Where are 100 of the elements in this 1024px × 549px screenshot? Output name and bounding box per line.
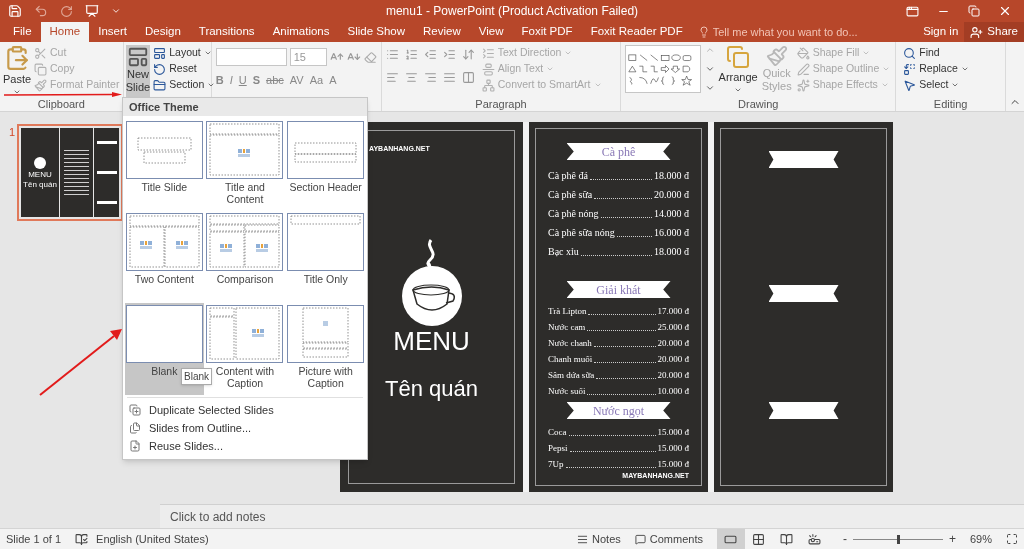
menu-item-price: 14.000 đ bbox=[654, 207, 689, 221]
ribbon-tab[interactable]: Insert bbox=[89, 22, 136, 42]
ribbon-command[interactable]: Reset bbox=[152, 61, 217, 77]
format-button[interactable]: AV bbox=[289, 72, 304, 89]
new-slide-button[interactable]: New Slide bbox=[125, 45, 151, 97]
menu-item-name: Cà phê sữa bbox=[548, 188, 593, 202]
sign-in-link[interactable]: Sign in bbox=[917, 22, 965, 42]
customize-caret-icon[interactable] bbox=[111, 6, 121, 16]
command-icon bbox=[153, 46, 167, 60]
menu-item-price: 20.000 đ bbox=[657, 336, 689, 350]
ribbon-command[interactable]: Section bbox=[152, 77, 217, 93]
cover-subtitle: Tên quán bbox=[385, 378, 478, 400]
align-tool-icon[interactable] bbox=[461, 71, 475, 84]
menu-item-price: 20.000 đ bbox=[657, 368, 689, 382]
ribbon-command[interactable]: Layout bbox=[152, 45, 217, 61]
font-size-field[interactable]: 15 bbox=[289, 48, 328, 66]
menu-item-name: Nước chanh bbox=[548, 336, 592, 350]
command-icon bbox=[796, 46, 810, 60]
layout-option[interactable]: Picture with Caption bbox=[286, 303, 365, 395]
share-button[interactable]: Share bbox=[964, 22, 1024, 42]
save-icon[interactable] bbox=[8, 4, 22, 18]
ribbon-tab[interactable]: File bbox=[4, 22, 41, 42]
layout-option[interactable]: Title Slide bbox=[125, 119, 204, 211]
slides-icon bbox=[129, 422, 141, 434]
redo-icon[interactable] bbox=[60, 4, 73, 18]
ribbon-display-icon[interactable] bbox=[906, 4, 919, 18]
caret-icon bbox=[207, 81, 216, 89]
ribbon-tab[interactable]: Foxit PDF bbox=[512, 22, 582, 42]
slide-count: Slide 1 of 1 bbox=[6, 531, 62, 547]
window-title: menu1 - PowerPoint (Product Activation Failed) bbox=[385, 3, 639, 20]
ribbon-command[interactable]: Select bbox=[902, 77, 999, 93]
banner-ribbon bbox=[768, 402, 839, 419]
zoom-in-button[interactable]: + bbox=[948, 530, 956, 548]
menu-item-price: 15.000 đ bbox=[657, 441, 689, 455]
menu-item[interactable]: Slides from Outline... bbox=[127, 419, 363, 437]
notes-field[interactable]: Click to add notes bbox=[160, 504, 1024, 528]
menu-item-price: 25.000 đ bbox=[657, 320, 689, 334]
ribbon-tab[interactable]: Foxit Reader PDF bbox=[581, 22, 692, 42]
layout-option[interactable]: Comparison bbox=[205, 211, 285, 303]
format-button[interactable]: S bbox=[252, 72, 261, 89]
fit-slide-icon[interactable] bbox=[1006, 533, 1018, 545]
arrange-button[interactable]: Arrange bbox=[718, 45, 758, 97]
format-button[interactable]: B bbox=[215, 72, 224, 89]
command-icon bbox=[481, 78, 495, 92]
language-label[interactable]: English (United States) bbox=[96, 530, 209, 548]
slide-icon bbox=[126, 46, 149, 68]
align-tool-icon[interactable] bbox=[442, 71, 456, 84]
ribbon-tab[interactable]: Design bbox=[136, 22, 190, 42]
paragraph-tool-icon[interactable] bbox=[461, 48, 475, 61]
scroll-up-icon[interactable] bbox=[704, 45, 715, 55]
format-button[interactable]: I bbox=[229, 72, 233, 89]
layout-option[interactable]: Two Content bbox=[125, 211, 204, 303]
paragraph-tool-icon[interactable] bbox=[423, 48, 437, 61]
clear-format-icon[interactable] bbox=[363, 50, 377, 64]
command-icon bbox=[481, 62, 495, 76]
menu-item-price: 10.000 đ bbox=[657, 384, 689, 398]
menu-item[interactable]: Reuse Slides... bbox=[127, 437, 363, 455]
layout-option[interactable]: Section Header bbox=[286, 119, 365, 211]
undo-icon[interactable] bbox=[34, 4, 48, 18]
zoom-out-button[interactable]: - bbox=[842, 530, 847, 548]
more-icon[interactable] bbox=[704, 83, 715, 93]
scroll-down-icon[interactable] bbox=[704, 64, 715, 74]
ribbon-command[interactable]: Replace bbox=[902, 61, 999, 77]
format-button[interactable]: A bbox=[329, 72, 337, 89]
paragraph-tool-icon[interactable] bbox=[442, 48, 456, 61]
restore-icon[interactable] bbox=[968, 5, 980, 17]
paragraph-tool-icon[interactable] bbox=[385, 48, 399, 61]
align-tool-icon[interactable] bbox=[404, 71, 418, 84]
ribbon-tab[interactable]: View bbox=[469, 22, 513, 42]
align-tool-icon[interactable] bbox=[385, 71, 399, 84]
menu-item-name: Cà phê sữa nóng bbox=[548, 226, 615, 240]
shapes-gallery-drawing[interactable] bbox=[625, 45, 701, 93]
spelling-icon[interactable] bbox=[75, 532, 89, 546]
comments-button[interactable]: Comments bbox=[634, 530, 703, 548]
menu-item[interactable]: Duplicate Selected Slides bbox=[127, 401, 363, 419]
ribbon-tab[interactable]: Transitions bbox=[189, 22, 264, 42]
format-button[interactable]: abc bbox=[266, 72, 284, 89]
ribbon-command[interactable]: Find bbox=[902, 45, 999, 61]
ribbon-tab[interactable]: Home bbox=[40, 22, 90, 42]
ribbon-tab[interactable]: Slide Show bbox=[338, 22, 415, 42]
slide-thumbnail[interactable]: MENU Tên quán bbox=[17, 124, 124, 221]
layout-option[interactable]: Title Only bbox=[286, 211, 365, 303]
paragraph-tool-icon[interactable] bbox=[404, 48, 418, 61]
tell-me-field[interactable]: Tell me what you want to do... bbox=[712, 22, 858, 42]
zoom-slider[interactable] bbox=[852, 534, 943, 544]
format-button[interactable]: Aa bbox=[309, 72, 324, 89]
font-name-field[interactable] bbox=[215, 48, 287, 66]
ribbon-tab[interactable]: Review bbox=[414, 22, 470, 42]
zoom-reading[interactable]: 69% bbox=[969, 530, 992, 548]
view-button[interactable] bbox=[716, 528, 745, 549]
layout-option[interactable]: Title and Content bbox=[205, 119, 285, 211]
paste-button[interactable]: Paste bbox=[2, 45, 32, 97]
slideshow-icon[interactable] bbox=[85, 4, 99, 18]
align-tool-icon[interactable] bbox=[423, 71, 437, 84]
ribbon-tab[interactable]: Animations bbox=[263, 22, 339, 42]
format-button[interactable]: U bbox=[238, 72, 247, 89]
close-icon[interactable] bbox=[998, 4, 1012, 18]
notes-button[interactable]: Notes bbox=[577, 530, 621, 548]
menu-item-name: Coca bbox=[548, 425, 567, 439]
banner-ribbon bbox=[768, 151, 839, 168]
